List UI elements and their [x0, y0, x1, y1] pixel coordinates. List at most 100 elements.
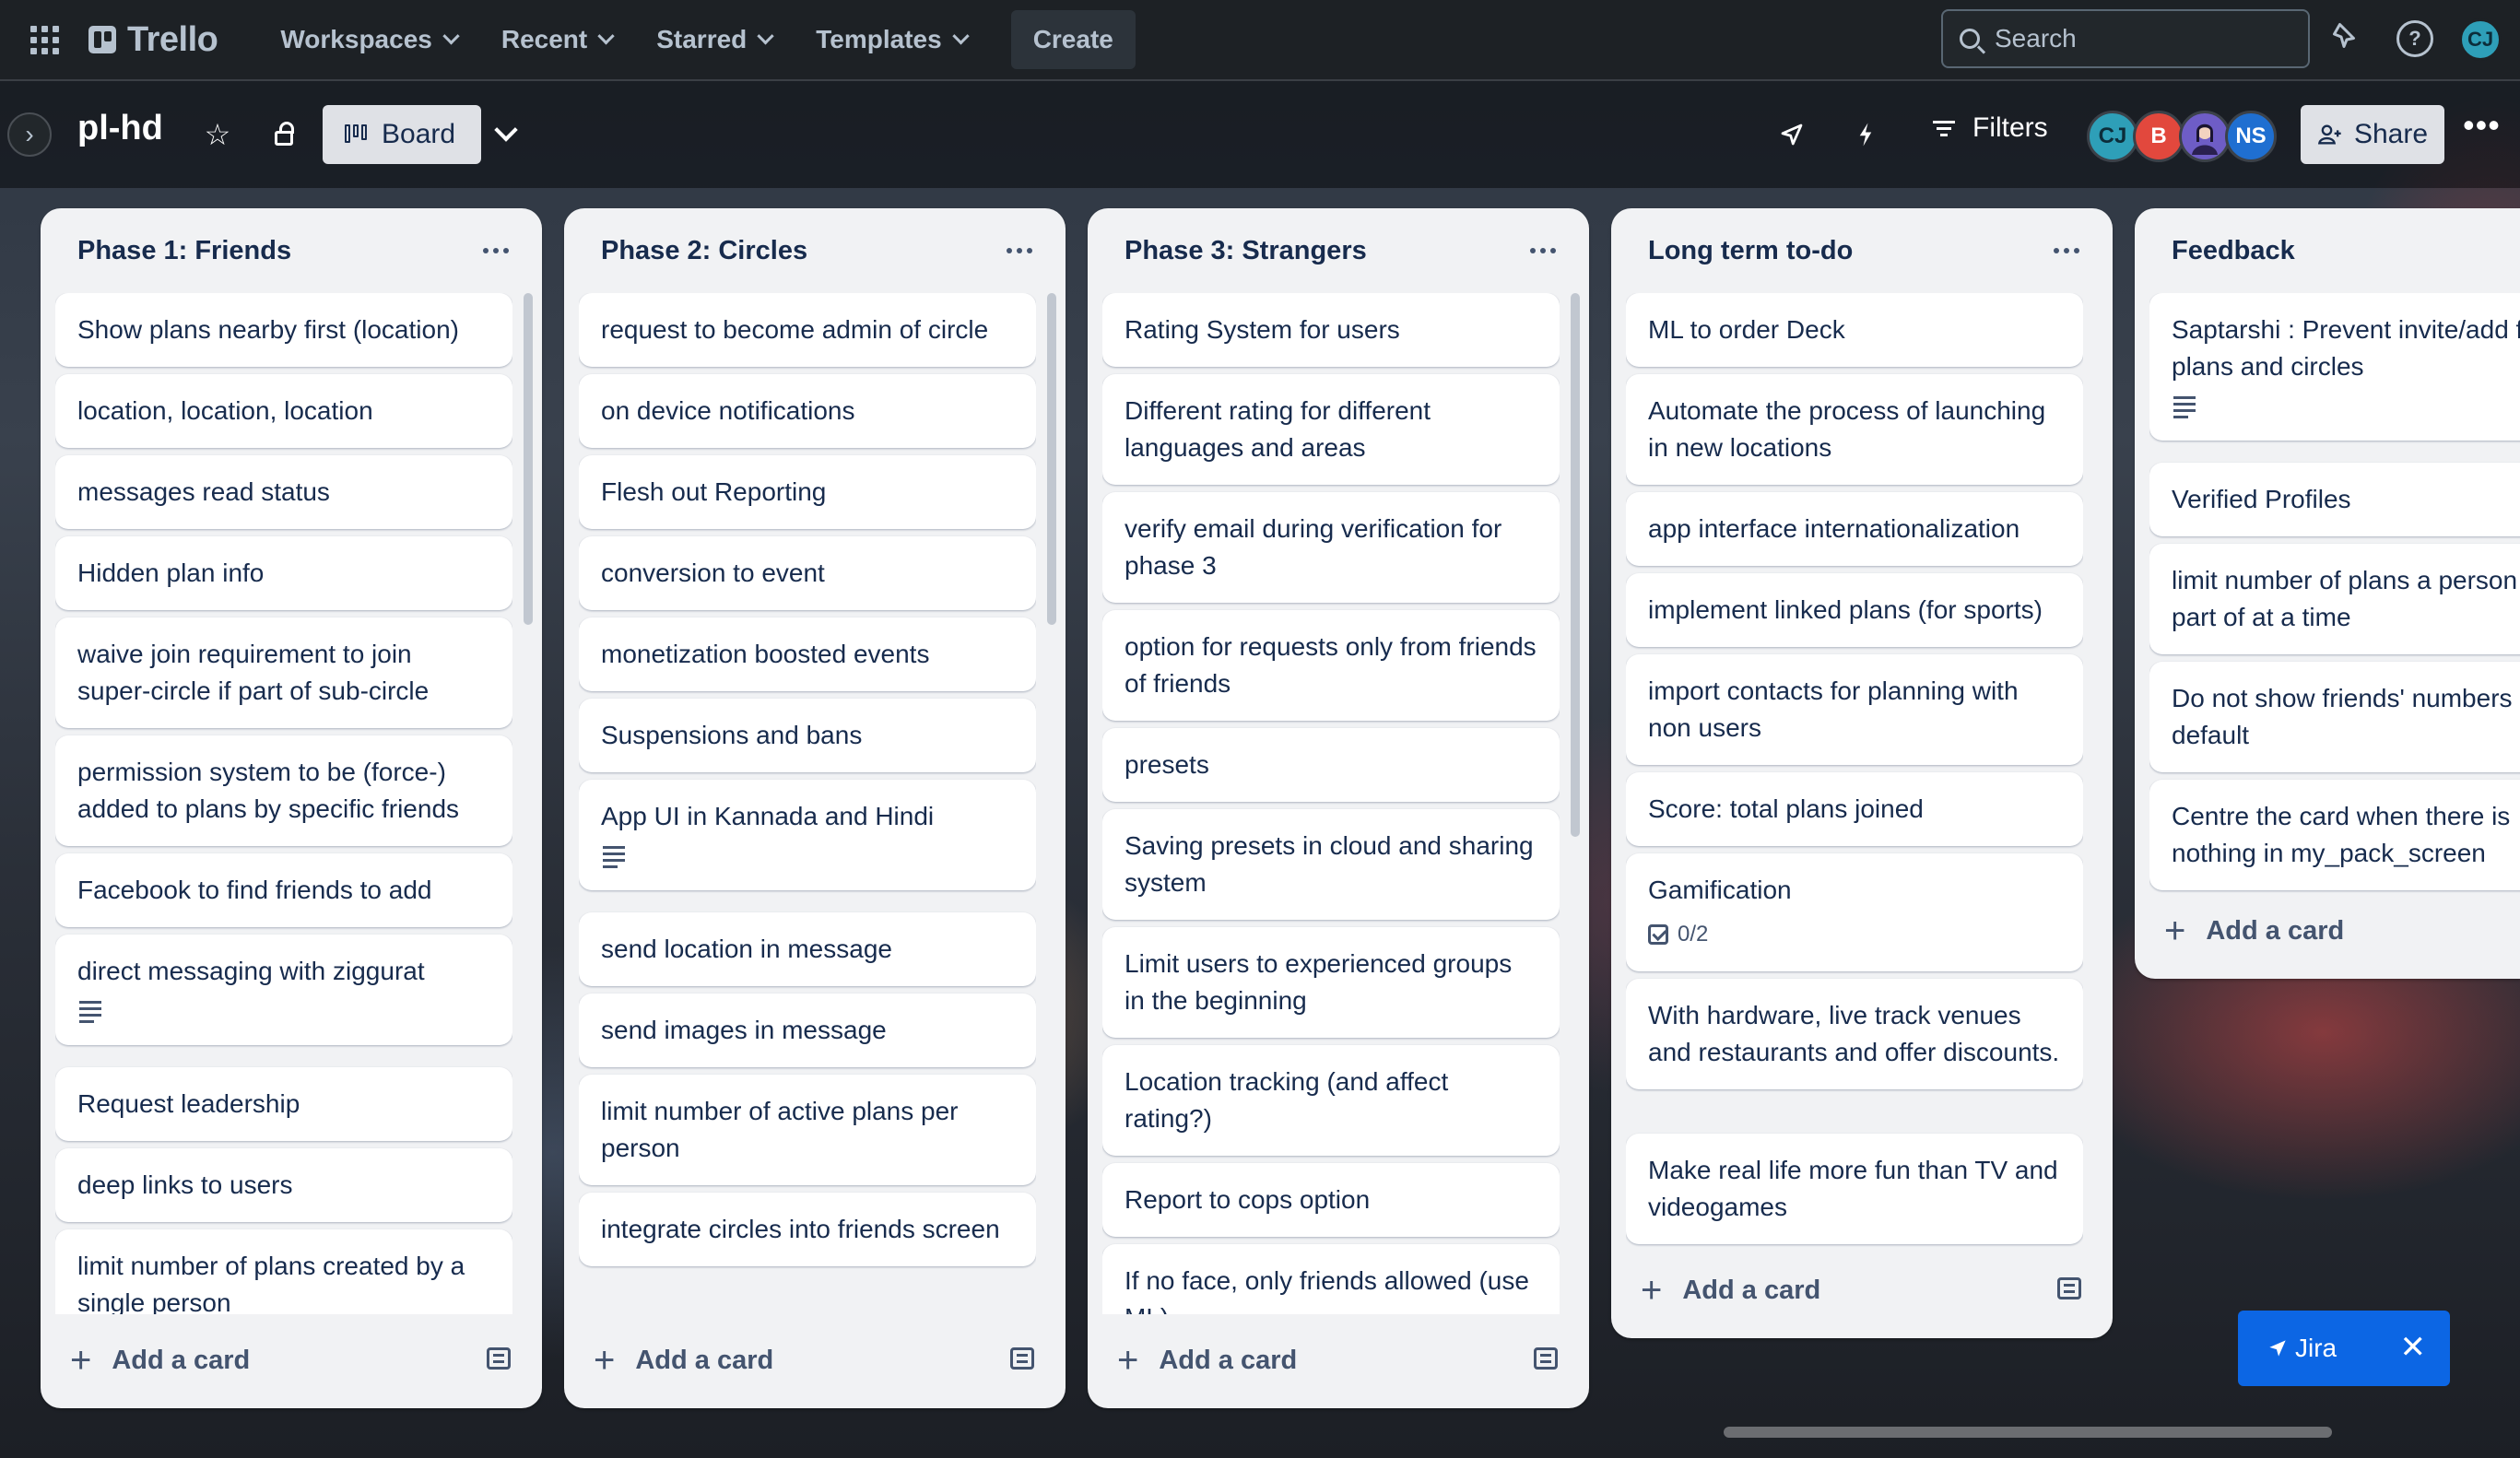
list-menu-icon[interactable] — [1007, 241, 1034, 260]
share-button[interactable]: Share — [2301, 105, 2444, 164]
card[interactable]: monetization boosted events — [579, 617, 1036, 691]
board-menu-icon[interactable]: ••• — [2463, 109, 2500, 146]
list-header[interactable]: Feedback — [2135, 208, 2520, 293]
card[interactable]: Flesh out Reporting — [579, 455, 1036, 529]
card[interactable]: send location in message — [579, 912, 1036, 986]
card[interactable]: Facebook to find friends to add — [55, 853, 512, 927]
list-title[interactable]: Phase 3: Strangers — [1125, 236, 1367, 266]
member-avatar[interactable]: CJ — [2087, 111, 2138, 162]
add-card-button[interactable]: + Add a card — [1641, 1270, 1820, 1311]
card[interactable]: Verified Profiles — [2149, 463, 2520, 536]
card[interactable]: verify email during verification for pha… — [1102, 492, 1560, 603]
nav-templates[interactable]: Templates — [794, 12, 988, 67]
card[interactable]: If no face, only friends allowed (use ML… — [1102, 1244, 1560, 1314]
card[interactable]: import contacts for planning with non us… — [1626, 654, 2083, 765]
member-avatar-photo[interactable] — [2179, 111, 2231, 162]
list-scrollbar[interactable] — [1571, 293, 1580, 837]
card[interactable]: Make real life more fun than TV and vide… — [1626, 1134, 2083, 1244]
card[interactable]: Hidden plan info — [55, 536, 512, 610]
card[interactable]: waive join requirement to join super-cir… — [55, 617, 512, 728]
search-input[interactable]: Search — [1941, 9, 2310, 68]
card[interactable]: messages read status — [55, 455, 512, 529]
list-menu-icon[interactable] — [2054, 241, 2081, 260]
board-title[interactable]: pl-hd — [77, 109, 163, 148]
board-horizontal-scrollbar[interactable] — [1724, 1427, 2332, 1438]
user-avatar[interactable]: CJ — [2459, 18, 2502, 61]
card[interactable]: app interface internationalization — [1626, 492, 2083, 566]
card[interactable]: Suspensions and bans — [579, 699, 1036, 772]
create-from-template-icon[interactable] — [487, 1347, 511, 1370]
card[interactable]: direct messaging with ziggurat — [55, 935, 512, 1045]
filters-button[interactable]: Filters — [1932, 112, 2048, 144]
sidebar-expand-button[interactable]: › — [7, 112, 52, 157]
add-card-button[interactable]: + Add a card — [1117, 1340, 1297, 1382]
list-header[interactable]: Phase 3: Strangers — [1088, 208, 1589, 293]
member-avatar[interactable]: B — [2133, 111, 2184, 162]
list-header[interactable]: Long term to-do — [1611, 208, 2113, 293]
create-button[interactable]: Create — [1010, 10, 1136, 69]
nav-workspaces[interactable]: Workspaces — [258, 12, 478, 67]
notifications-icon[interactable] — [2328, 20, 2365, 57]
list-scrollbar[interactable] — [524, 293, 533, 625]
card[interactable]: permission system to be (force-) added t… — [55, 735, 512, 846]
list-header[interactable]: Phase 1: Friends — [41, 208, 542, 293]
card[interactable]: Saptarshi : Prevent invite/add for plans… — [2149, 293, 2520, 441]
add-card-button[interactable]: + Add a card — [594, 1340, 773, 1382]
add-card-button[interactable]: + Add a card — [2164, 911, 2344, 952]
view-switcher-chevron-icon[interactable] — [494, 118, 518, 142]
create-from-template-icon[interactable] — [2057, 1277, 2081, 1299]
nav-recent[interactable]: Recent — [479, 12, 634, 67]
jira-widget[interactable]: Jira ✕ — [2238, 1311, 2450, 1386]
card[interactable]: ML to order Deck — [1626, 293, 2083, 367]
board-view-button[interactable]: Board — [323, 105, 481, 164]
card[interactable]: With hardware, live track venues and res… — [1626, 979, 2083, 1089]
card[interactable]: presets — [1102, 728, 1560, 802]
card[interactable]: App UI in Kannada and Hindi — [579, 780, 1036, 890]
list-menu-icon[interactable] — [483, 241, 511, 260]
automation-icon[interactable] — [1847, 116, 1884, 153]
list-title[interactable]: Feedback — [2172, 236, 2295, 266]
list-title[interactable]: Phase 1: Friends — [77, 236, 291, 266]
close-icon[interactable]: ✕ — [2400, 1331, 2427, 1364]
card[interactable]: Score: total plans joined — [1626, 772, 2083, 846]
card[interactable]: option for requests only from friends of… — [1102, 610, 1560, 721]
card[interactable]: on device notifications — [579, 374, 1036, 448]
card[interactable]: Do not show friends' numbers default — [2149, 662, 2520, 772]
list-scrollbar[interactable] — [1047, 293, 1056, 625]
trello-logo[interactable]: Trello — [88, 20, 218, 60]
app-switcher-icon[interactable] — [26, 21, 63, 58]
list-title[interactable]: Phase 2: Circles — [601, 236, 807, 266]
create-from-template-icon[interactable] — [1534, 1347, 1558, 1370]
card[interactable]: Saving presets in cloud and sharing syst… — [1102, 809, 1560, 920]
card[interactable]: limit number of plans created by a singl… — [55, 1229, 512, 1314]
card[interactable]: Location tracking (and affect rating?) — [1102, 1045, 1560, 1156]
card[interactable]: Show plans nearby first (location) — [55, 293, 512, 367]
card[interactable]: Request leadership — [55, 1067, 512, 1141]
list-title[interactable]: Long term to-do — [1648, 236, 1853, 266]
card[interactable]: request to become admin of circle — [579, 293, 1036, 367]
card[interactable]: Automate the process of launching in new… — [1626, 374, 2083, 485]
card[interactable]: Report to cops option — [1102, 1163, 1560, 1237]
card[interactable]: Centre the card when there is nothing in… — [2149, 780, 2520, 890]
card[interactable]: Gamification 0/2 — [1626, 853, 2083, 971]
card[interactable]: Rating System for users — [1102, 293, 1560, 367]
card[interactable]: send images in message — [579, 994, 1036, 1067]
card[interactable]: conversion to event — [579, 536, 1036, 610]
card[interactable]: implement linked plans (for sports) — [1626, 573, 2083, 647]
card[interactable]: location, location, location — [55, 374, 512, 448]
card[interactable]: limit number of plans a person be a part… — [2149, 544, 2520, 654]
card[interactable]: Different rating for different languages… — [1102, 374, 1560, 485]
add-card-button[interactable]: + Add a card — [70, 1340, 250, 1382]
lock-icon[interactable] — [265, 116, 302, 153]
list-header[interactable]: Phase 2: Circles — [564, 208, 1066, 293]
help-icon[interactable]: ? — [2396, 20, 2433, 57]
nav-starred[interactable]: Starred — [634, 12, 794, 67]
power-ups-icon[interactable] — [1773, 116, 1810, 153]
create-from-template-icon[interactable] — [1010, 1347, 1034, 1370]
card[interactable]: integrate circles into friends screen — [579, 1193, 1036, 1266]
list-menu-icon[interactable] — [1530, 241, 1558, 260]
card[interactable]: Limit users to experienced groups in the… — [1102, 927, 1560, 1038]
card[interactable]: limit number of active plans per person — [579, 1075, 1036, 1185]
star-icon[interactable]: ☆ — [199, 116, 236, 153]
member-avatar[interactable]: NS — [2225, 111, 2277, 162]
